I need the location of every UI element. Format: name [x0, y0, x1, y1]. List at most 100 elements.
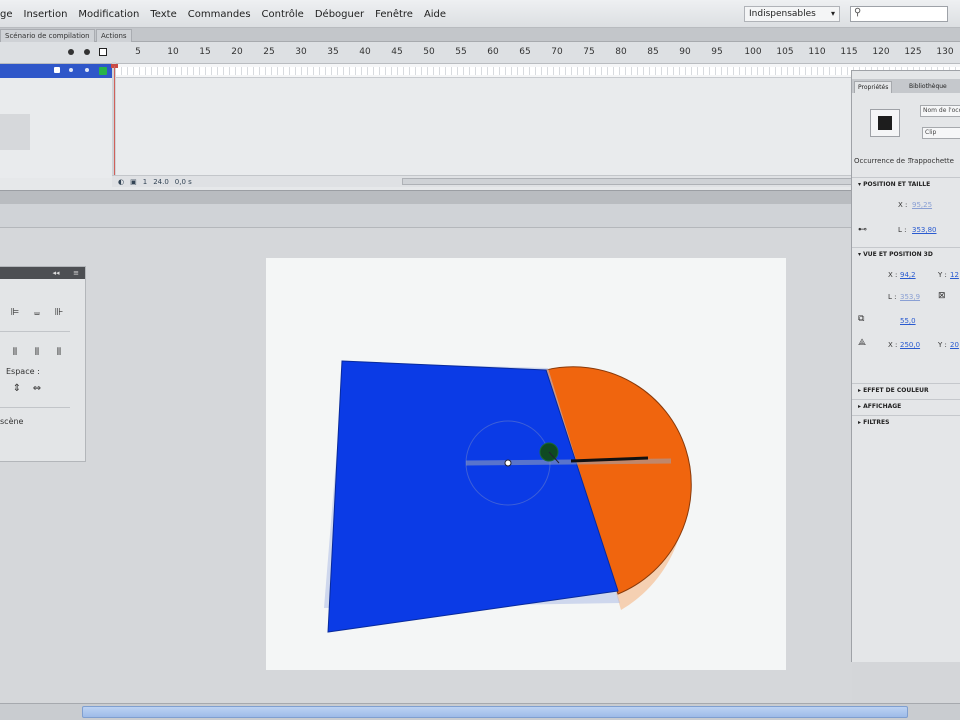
link-icon[interactable]: ⊷ [858, 225, 867, 235]
elapsed-time: 0,0 s [174, 177, 192, 186]
instance-name-field[interactable]: Nom de l'occurrence [920, 105, 960, 117]
menu-item-edit[interactable]: ge [0, 9, 13, 20]
section-display-label: AFFICHAGE [863, 403, 902, 410]
vy-label: Y : [938, 341, 947, 349]
frame-ruler[interactable]: 5 10 15 20 25 30 35 40 45 50 55 60 65 70… [0, 42, 960, 64]
frame-label: 45 [391, 47, 403, 57]
symbol-type-select[interactable]: Clip [922, 127, 960, 139]
menu-item-commands[interactable]: Commandes [188, 9, 251, 20]
instance-of-value[interactable]: Trappochette [908, 157, 954, 165]
align-left-icon[interactable]: ⊫ [8, 307, 22, 319]
pencil-icon[interactable] [54, 67, 60, 73]
frames-strip[interactable] [116, 67, 960, 75]
section-display[interactable]: ▸ AFFICHAGE [852, 399, 960, 413]
align-panel-header[interactable]: ◂◂ ≡ [0, 267, 85, 279]
frame-label: 75 [583, 47, 595, 57]
distribute-center-icon[interactable]: ⫴ [30, 347, 44, 359]
frame-label: 115 [840, 47, 858, 57]
frame-label: 110 [808, 47, 826, 57]
section-position-size[interactable]: ▾ POSITION ET TAILLE [852, 177, 960, 191]
distribute-right-icon[interactable]: ⫴ [52, 347, 66, 359]
search-input[interactable]: ⚲ [850, 6, 948, 22]
search-icon: ⚲ [854, 7, 862, 18]
menu-item-help[interactable]: Aide [424, 9, 446, 20]
frame-label: 125 [904, 47, 922, 57]
frame-label: 80 [615, 47, 627, 57]
align-panel: ◂◂ ≡ ⊫ ⧢ ⊪ ⫴ ⫴ ⫴ Espace : ⇕ ⇔ scène [0, 266, 86, 462]
x3d-label: X : [888, 271, 898, 279]
space-vertical-icon[interactable]: ⇕ [10, 383, 24, 395]
playhead[interactable] [114, 66, 115, 184]
vy-value[interactable]: 20 [950, 341, 959, 349]
eye-icon[interactable] [68, 49, 74, 55]
lock-dot[interactable] [85, 68, 89, 72]
frame-label: 35 [327, 47, 339, 57]
onion-skin-icon[interactable]: ◐ [118, 178, 124, 186]
space-horizontal-icon[interactable]: ⇔ [30, 383, 44, 395]
timeline-body [0, 78, 960, 178]
frame-label: 20 [231, 47, 243, 57]
perspective-value[interactable]: 55,0 [900, 317, 916, 325]
section-3d-label: VUE ET POSITION 3D [863, 251, 933, 258]
menu: ge Insertion Modification Texte Commande… [0, 0, 457, 28]
frame-label: 30 [295, 47, 307, 57]
visibility-dot[interactable] [69, 68, 73, 72]
vanishing-point-icon[interactable]: ⟁ [858, 338, 866, 348]
outline-color-swatch[interactable] [99, 67, 107, 75]
frame-label: 25 [263, 47, 275, 57]
chevron-down-icon: ▾ [830, 9, 835, 18]
edit-bar [0, 190, 960, 204]
l3d-value[interactable]: 353,9 [900, 293, 920, 301]
axis-guide-line [465, 458, 672, 466]
y3d-value[interactable]: 12 [950, 271, 959, 279]
menu-item-control[interactable]: Contrôle [262, 9, 304, 20]
section-filters[interactable]: ▸ FILTRES [852, 415, 960, 429]
stage-artwork [324, 360, 692, 633]
collapse-icon[interactable]: ◂◂ [52, 269, 60, 277]
align-center-icon[interactable]: ⧢ [30, 307, 44, 319]
vx-value[interactable]: 250,0 [900, 341, 920, 349]
stage[interactable] [266, 258, 786, 670]
frame-label: 85 [647, 47, 659, 57]
movieclip-icon [878, 116, 892, 130]
layer-name-selected[interactable] [0, 64, 114, 78]
bottom-bar [0, 703, 960, 720]
section-color-effect[interactable]: ▸ EFFET DE COULEUR [852, 383, 960, 397]
workspace-switcher[interactable]: Indispensables ▾ [744, 6, 840, 22]
perspective-icon[interactable]: ⧉ [858, 314, 864, 324]
section-position-label: POSITION ET TAILLE [863, 181, 931, 188]
w-label: L : [898, 226, 907, 234]
properties-panel: Propriétés Bibliothèque Nom de l'occurre… [851, 70, 960, 662]
frame-label: 105 [776, 47, 794, 57]
tab-timeline[interactable]: Scénario de compilation [0, 29, 95, 42]
align-to-stage-label[interactable]: scène [0, 417, 23, 426]
align-right-icon[interactable]: ⊪ [52, 307, 66, 319]
section-3d[interactable]: ▾ VUE ET POSITION 3D [852, 247, 960, 261]
spacing-label: Espace : [6, 367, 40, 376]
menu-item-debug[interactable]: Déboguer [315, 9, 364, 20]
tab-properties[interactable]: Propriétés [854, 81, 893, 93]
menu-item-text[interactable]: Texte [150, 9, 176, 20]
w-value[interactable]: 353,80 [912, 226, 937, 234]
lock-icon[interactable] [84, 49, 90, 55]
frame-label: 50 [423, 47, 435, 57]
edit-multiple-icon[interactable]: ▣ [130, 178, 137, 186]
x-value[interactable]: 95,25 [912, 201, 932, 209]
x3d-value[interactable]: 94,2 [900, 271, 916, 279]
reset-icon[interactable]: ⊠ [938, 291, 946, 301]
x-label: X : [898, 201, 908, 209]
menu-item-window[interactable]: Fenêtre [375, 9, 413, 20]
menu-item-insert[interactable]: Insertion [24, 9, 68, 20]
outline-icon[interactable] [99, 48, 107, 56]
tab-library[interactable]: Bibliothèque [906, 81, 950, 93]
panel-menu-icon[interactable]: ≡ [72, 269, 80, 277]
divider [0, 407, 70, 408]
distribute-left-icon[interactable]: ⫴ [8, 347, 22, 359]
frame-label: 15 [199, 47, 211, 57]
current-frame: 1 [142, 177, 148, 186]
stage-horizontal-scrollbar[interactable] [82, 706, 908, 718]
frame-label: 70 [551, 47, 563, 57]
instance-of-label: Occurrence de : [854, 157, 910, 165]
menu-item-modify[interactable]: Modification [78, 9, 139, 20]
tab-actions[interactable]: Actions [96, 29, 132, 42]
